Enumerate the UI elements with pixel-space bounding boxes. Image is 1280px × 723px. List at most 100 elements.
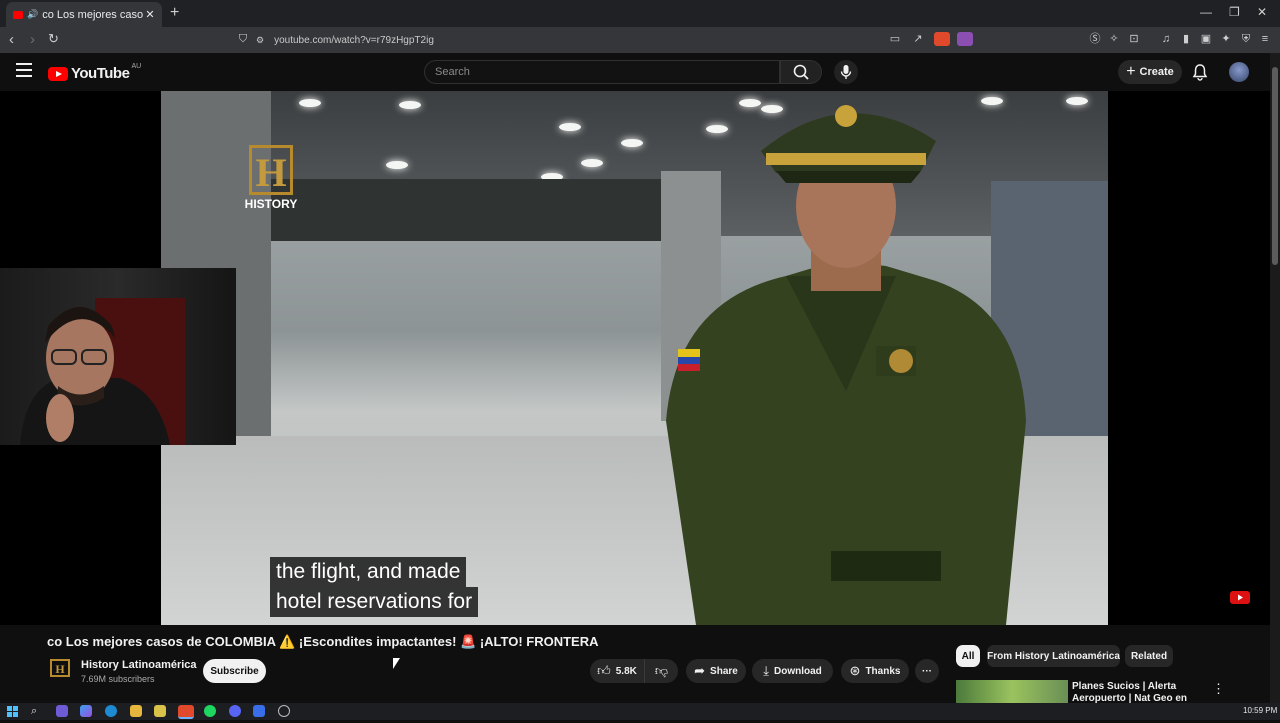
like-button[interactable]: 👍︎ 5.8K — [590, 659, 644, 683]
screenshot-icon[interactable]: ⊡ — [1127, 32, 1141, 46]
tab-title: co Los mejores casos de COLOMBIA — [42, 8, 143, 21]
history-avatar-icon: H — [50, 659, 70, 677]
history-watermark-text: HISTORY — [244, 197, 298, 211]
thanks-label: Thanks — [865, 665, 901, 677]
subscribe-button[interactable]: Subscribe — [203, 659, 266, 683]
spotify-icon[interactable] — [204, 705, 216, 717]
streamer-figure — [20, 298, 185, 445]
back-icon[interactable]: ‹ — [9, 31, 14, 48]
youtube-subscribe-icon — [1230, 591, 1250, 604]
recommended-video-title[interactable]: Planes Sucios | Alerta Aeropuerto | Nat … — [1072, 681, 1192, 703]
video-frame[interactable] — [161, 91, 1108, 625]
search-input[interactable]: Search — [424, 60, 780, 84]
subscriber-count: 7.69M subscribers — [81, 674, 155, 684]
chip-from-history[interactable]: From History Latinoamérica — [987, 645, 1120, 667]
app-icon-sticky[interactable] — [154, 705, 166, 717]
thumbs-up-icon: 👍︎ — [597, 663, 611, 678]
taskbar-clock[interactable]: 10:59 PM — [1243, 706, 1277, 715]
download-label: Download — [773, 665, 822, 677]
more-actions-button[interactable]: ··· — [915, 659, 939, 683]
leo-ai-icon[interactable]: ✦ — [1219, 32, 1233, 46]
like-count: 5.8K — [615, 665, 637, 677]
dislike-button[interactable]: 👎︎ — [644, 659, 678, 683]
sidebar-icon[interactable]: ▮ — [1179, 32, 1193, 46]
restore-icon[interactable]: ❐ — [1229, 5, 1240, 19]
search-button[interactable] — [780, 60, 822, 84]
brave-rewards-icon[interactable] — [957, 32, 973, 46]
site-info-icon[interactable]: ⚙ — [256, 35, 264, 46]
media-icon[interactable]: ♫ — [1159, 32, 1173, 46]
brave-shields-icon[interactable] — [934, 32, 950, 46]
windows-start-icon[interactable] — [7, 705, 19, 717]
new-tab-button[interactable]: + — [170, 4, 179, 22]
create-label: Create — [1139, 66, 1174, 78]
region-code: AU — [131, 63, 142, 70]
cast-icon[interactable]: ▭ — [888, 32, 902, 46]
recommended-video-thumbnail[interactable] — [956, 680, 1068, 703]
history-h-icon: H — [249, 145, 293, 195]
chip-related[interactable]: Related — [1125, 645, 1173, 667]
video-title: co Los mejores casos de COLOMBIA ⚠️ ¡Esc… — [47, 634, 599, 649]
subscribe-watermark-button[interactable] — [1228, 590, 1252, 608]
chip-all[interactable]: All — [956, 645, 980, 667]
history-channel-logo: H HISTORY — [240, 145, 302, 217]
officer-figure — [666, 105, 1026, 625]
browser-tab[interactable]: 🔊 co Los mejores casos de COLOMBIA ✕ — [6, 2, 162, 27]
microphone-icon — [840, 65, 852, 79]
edge-icon[interactable] — [105, 705, 117, 717]
super-thanks-icon: ⊛ — [849, 663, 861, 678]
mouse-cursor — [393, 658, 400, 669]
extension-s-icon[interactable]: Ⓢ — [1088, 32, 1102, 46]
channel-avatar[interactable]: H — [48, 658, 72, 682]
teams-icon[interactable] — [56, 705, 68, 717]
minimize-icon[interactable]: — — [1200, 5, 1212, 19]
youtube-play-icon — [48, 66, 68, 81]
file-explorer-icon[interactable] — [130, 705, 142, 717]
share-label: Share — [710, 665, 738, 677]
thanks-button[interactable]: ⊛ Thanks — [841, 659, 909, 683]
url-text: youtube.com/watch?v=r79zHgpT2ig — [274, 34, 434, 46]
channel-name[interactable]: History Latinoamérica — [81, 659, 197, 671]
app-icon-blue[interactable] — [253, 705, 265, 717]
video-captions: the flight, and made hotel reservations … — [270, 557, 479, 617]
scrollbar-thumb[interactable] — [1272, 67, 1278, 265]
wallet-icon[interactable]: ▣ — [1199, 32, 1213, 46]
share-icon: ➦ — [694, 663, 706, 678]
svg-text:H: H — [55, 662, 65, 676]
forward-icon[interactable]: › — [30, 31, 35, 48]
youtube-wordmark: YouTube — [71, 65, 130, 82]
share-button[interactable]: ➦ Share — [686, 659, 746, 683]
webcam-overlay — [0, 268, 236, 445]
speaker-icon[interactable]: 🔊 — [27, 9, 38, 20]
hamburger-menu-icon[interactable] — [16, 63, 32, 77]
plus-icon: + — [1126, 63, 1136, 80]
create-button[interactable]: + Create — [1118, 60, 1182, 84]
extensions-icon[interactable]: ✧ — [1107, 32, 1121, 46]
bookmark-icon[interactable]: ⛉ — [236, 32, 250, 46]
download-icon: ⤓ — [763, 663, 769, 678]
youtube-logo[interactable]: YouTube AU — [48, 63, 142, 82]
taskbar-search-icon[interactable]: ⌕ — [31, 705, 43, 717]
search-icon — [793, 64, 809, 80]
address-bar[interactable]: ⚙ youtube.com/watch?v=r79zHgpT2ig — [256, 31, 976, 49]
browser-tab-strip — [0, 0, 1280, 27]
download-button[interactable]: ⤓ Download — [752, 659, 833, 683]
bell-icon — [1192, 64, 1208, 81]
account-avatar[interactable] — [1229, 62, 1249, 82]
share-page-icon[interactable]: ↗ — [911, 32, 925, 46]
reload-icon[interactable]: ↻ — [48, 31, 59, 47]
notifications-button[interactable] — [1192, 63, 1208, 86]
more-icon: ··· — [922, 665, 932, 677]
thumbs-down-icon: 👎︎ — [654, 663, 669, 678]
voice-search-button[interactable] — [834, 60, 858, 84]
recommendation-more-icon[interactable]: ⋮ — [1212, 681, 1225, 697]
discord-icon[interactable] — [229, 705, 241, 717]
obs-icon[interactable] — [278, 705, 290, 717]
brave-taskbar-icon[interactable] — [178, 705, 194, 719]
youtube-favicon-icon — [13, 10, 23, 19]
tab-close-icon[interactable]: ✕ — [143, 8, 157, 21]
close-window-icon[interactable]: ✕ — [1257, 5, 1267, 19]
copilot-icon[interactable] — [80, 705, 92, 717]
browser-menu-icon[interactable]: ≡ — [1258, 32, 1272, 46]
vpn-icon[interactable]: ⛨ — [1239, 32, 1253, 46]
